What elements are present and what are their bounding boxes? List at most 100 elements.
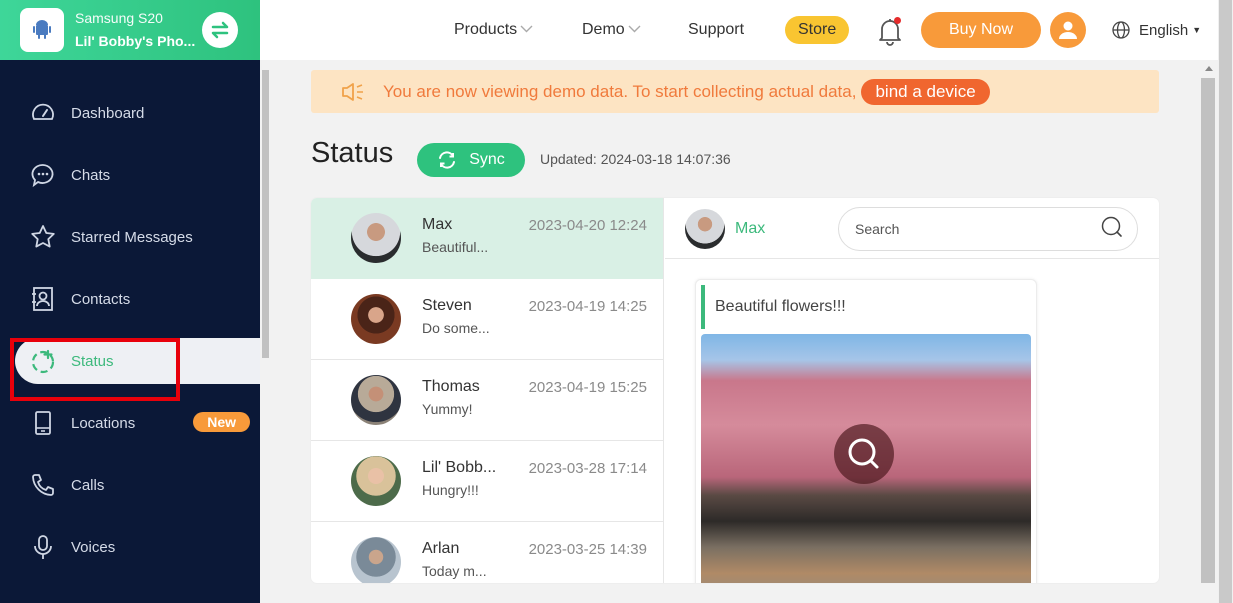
sidebar-item-label: Dashboard	[71, 104, 145, 122]
sync-label: Sync	[469, 151, 505, 168]
sync-icon	[439, 151, 456, 169]
app-root: Samsung S20 Lil' Bobby's Pho... Dashboar…	[0, 0, 1233, 603]
android-icon	[20, 8, 64, 52]
status-list-item[interactable]: Lil' Bobb... Hungry!!! 2023-03-28 17:14	[311, 441, 663, 522]
avatar	[685, 209, 725, 249]
dashboard-icon	[30, 100, 56, 126]
sidebar-item-dashboard[interactable]: Dashboard	[0, 90, 260, 136]
sidebar-item-label: Voices	[71, 538, 116, 556]
caret-down-icon: ▼	[1192, 25, 1202, 35]
notification-bell-button[interactable]	[876, 16, 904, 46]
status-contact-name: Max	[422, 216, 453, 233]
status-list: Max Beautiful... 2023-04-20 12:24 Steven…	[311, 198, 664, 583]
sidebar-item-chats[interactable]: Chats	[0, 152, 260, 198]
phone-icon	[30, 472, 56, 498]
sidebar-item-label: Calls	[71, 476, 105, 494]
sidebar-item-contacts[interactable]: Contacts	[0, 276, 260, 322]
store-button[interactable]: Store	[785, 16, 850, 44]
sidebar-scrollbar[interactable]	[260, 60, 270, 603]
avatar	[351, 375, 401, 425]
device-model: Samsung S20	[75, 10, 163, 26]
top-header: Products Demo Support Store Buy Now Engl…	[260, 0, 1233, 60]
sidebar-item-status[interactable]: Status	[15, 338, 260, 384]
phone-device-icon	[30, 410, 56, 436]
avatar	[351, 456, 401, 506]
detail-contact-name: Max	[735, 220, 766, 237]
device-name: Lil' Bobby's Pho...	[75, 33, 196, 49]
sync-button[interactable]: Sync	[417, 143, 525, 177]
sidebar-item-label: Contacts	[71, 290, 131, 308]
status-photo[interactable]	[701, 334, 1031, 583]
status-list-item[interactable]: Thomas Yummy! 2023-04-19 15:25	[311, 360, 663, 441]
status-detail: Max Beautiful flowers!!!	[665, 198, 1159, 583]
status-contact-name: Arlan	[422, 540, 460, 557]
status-time: 2023-04-20 12:24	[528, 217, 647, 234]
page-title: Status	[311, 137, 394, 169]
window-scrollbar-thumb[interactable]	[1219, 0, 1232, 603]
search-icon[interactable]	[1101, 216, 1123, 243]
banner-text: You are now viewing demo data. To start …	[383, 81, 857, 101]
status-post-card: Beautiful flowers!!!	[695, 279, 1037, 583]
microphone-icon	[30, 534, 56, 560]
status-contact-name: Steven	[422, 297, 472, 314]
updated-timestamp: Updated: 2024-03-18 14:07:36	[540, 151, 731, 167]
sidebar-item-locations[interactable]: Locations New	[0, 400, 260, 446]
detail-header: Max	[665, 198, 1159, 259]
menu-products-label: Products	[454, 21, 518, 38]
status-add-icon	[30, 348, 56, 374]
menu-demo[interactable]: Demo	[582, 0, 641, 60]
main-scrollbar-thumb[interactable]	[1201, 78, 1215, 583]
store-label: Store	[798, 21, 837, 38]
language-label: English	[1139, 21, 1189, 39]
status-list-item[interactable]: Steven Do some... 2023-04-19 14:25	[311, 279, 663, 360]
sidebar-item-label: Locations	[71, 414, 136, 432]
sidebar-item-label: Status	[71, 352, 114, 370]
menu-demo-label: Demo	[582, 21, 625, 38]
chevron-down-icon	[520, 24, 533, 36]
device-card[interactable]: Samsung S20 Lil' Bobby's Pho...	[0, 0, 260, 60]
switch-arrows-icon	[211, 21, 229, 39]
sidebar-item-starred-messages[interactable]: Starred Messages	[0, 214, 260, 260]
status-list-item[interactable]: Arlan Today m... 2023-03-25 14:39	[311, 522, 663, 583]
language-selector[interactable]: English ▼	[1112, 0, 1201, 60]
sidebar-item-voices[interactable]: Voices	[0, 524, 260, 570]
status-list-item[interactable]: Max Beautiful... 2023-04-20 12:24	[311, 198, 663, 279]
menu-support-label: Support	[688, 21, 745, 38]
sidebar-item-calls[interactable]: Calls	[0, 462, 260, 508]
main-scrollbar[interactable]	[1200, 60, 1218, 603]
sidebar-item-label: Starred Messages	[71, 228, 193, 246]
demo-data-banner: You are now viewing demo data. To start …	[311, 70, 1159, 113]
avatar	[351, 537, 401, 583]
switch-device-button[interactable]	[202, 12, 238, 48]
search-input[interactable]	[855, 221, 1101, 237]
scroll-up-arrow-icon[interactable]	[1205, 66, 1213, 71]
status-time: 2023-04-19 15:25	[528, 379, 647, 396]
user-account-button[interactable]	[1050, 12, 1086, 48]
buy-now-button[interactable]: Buy Now	[921, 12, 1041, 48]
status-message-preview: Hungry!!!	[422, 482, 479, 498]
contacts-icon	[30, 286, 56, 312]
zoom-image-button[interactable]	[834, 424, 894, 484]
menu-products[interactable]: Products	[454, 0, 533, 60]
globe-icon	[1112, 21, 1130, 39]
new-badge: New	[193, 412, 250, 432]
avatar	[351, 213, 401, 263]
sidebar-nav: Dashboard Chats Starred Messages Contact…	[0, 90, 260, 586]
status-message-preview: Yummy!	[422, 401, 473, 417]
star-icon	[30, 224, 56, 250]
status-message-preview: Today m...	[422, 563, 487, 579]
status-panel: Max Beautiful... 2023-04-20 12:24 Steven…	[311, 198, 1159, 583]
status-time: 2023-03-25 14:39	[528, 541, 647, 558]
menu-support[interactable]: Support	[688, 0, 744, 60]
sidebar-scrollbar-thumb[interactable]	[262, 70, 269, 358]
bind-device-button[interactable]: bind a device	[861, 78, 990, 105]
user-icon	[1059, 21, 1077, 39]
status-message-preview: Beautiful...	[422, 239, 489, 255]
status-contact-name: Lil' Bobb...	[422, 459, 497, 476]
status-contact-name: Thomas	[422, 378, 480, 395]
chat-bubble-icon	[30, 162, 56, 188]
sidebar: Samsung S20 Lil' Bobby's Pho... Dashboar…	[0, 0, 260, 603]
window-scrollbar[interactable]	[1218, 0, 1233, 603]
magnifier-icon	[848, 438, 879, 469]
avatar	[351, 294, 401, 344]
